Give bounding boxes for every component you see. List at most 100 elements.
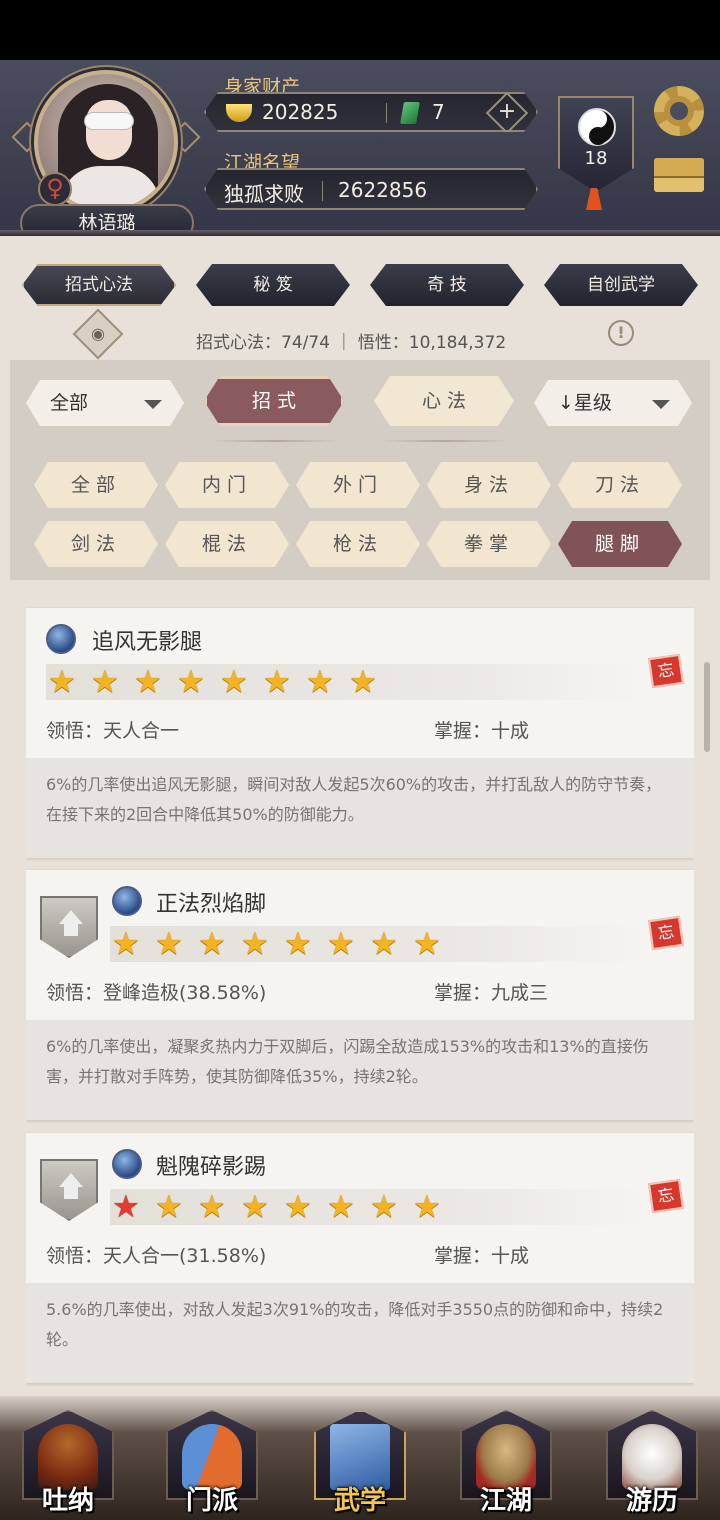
comprehension-value: 登峰造极(38.58%) [103, 982, 267, 1004]
chip-blade[interactable]: 刀法 [558, 462, 682, 508]
star-icon: ★ [198, 926, 226, 962]
nav-label: 游历 [625, 1486, 678, 1516]
skill-name: 魁隗碎影踢 [156, 1155, 267, 1180]
star-rating: ★ ★ ★ ★ ★ ★ ★ ★ [110, 926, 646, 962]
skill-name: 追风无影腿 [92, 630, 203, 655]
star-icon: ★ [220, 664, 248, 700]
filter-area: 全部 招 式 心 法 ↓星级 全部 内门 外门 身法 刀法 剑法 棍法 枪法 拳… [10, 360, 710, 580]
chevron-down-icon [652, 400, 670, 409]
gear-icon[interactable] [654, 86, 704, 136]
tab-special-skill[interactable]: 奇 技 [370, 264, 524, 306]
chip-outer-sect[interactable]: 外门 [296, 462, 420, 508]
skill-description: 6%的几率使出，凝聚炙热内力于双脚后，闪踢全敌造成153%的攻击和13%的直接伤… [26, 1020, 694, 1120]
star-icon: ★ [48, 664, 76, 700]
comprehension-value: 天人合一 [103, 720, 180, 742]
comprehension-field: 领悟：天人合一(31.58%) [46, 1245, 267, 1267]
wealth-bar: 202825 7 + [204, 92, 538, 132]
star-rating: ★ ★ ★ ★ ★ ★ ★ ★ [46, 664, 646, 700]
star-icon: ★ [413, 1189, 441, 1225]
female-gender-icon: ♀ [38, 172, 72, 206]
skill-card[interactable]: 追风无影腿 ★ ★ ★ ★ ★ ★ ★ ★ 领悟：天人合一 掌握：十成 忘 6%… [26, 608, 694, 858]
tab-moves-mind[interactable]: 招式心法 [22, 264, 176, 306]
mastery-field: 掌握：十成 [434, 1245, 530, 1267]
sort-dropdown-value: ↓星级 [558, 392, 612, 414]
forget-stamp-icon[interactable]: 忘 [648, 653, 684, 689]
skill-card[interactable]: 魁隗碎影踢 ★ ★ ★ ★ ★ ★ ★ ★ 领悟：天人合一(31.58%) 掌握… [26, 1133, 694, 1383]
skill-type-icon [46, 624, 76, 654]
nav-sect[interactable]: 门派 [166, 1410, 258, 1516]
tassel-icon [586, 188, 602, 210]
envelope-icon[interactable] [654, 158, 704, 192]
segment-moves[interactable]: 招 式 [204, 376, 344, 426]
chip-leg-kick[interactable]: 腿脚 [558, 521, 682, 567]
star-icon: ★ [263, 664, 291, 700]
star-icon: ★ [155, 926, 183, 962]
upgrade-arrow-icon[interactable] [40, 1159, 98, 1221]
chip-fist-palm[interactable]: 拳掌 [427, 521, 551, 567]
nav-label: 门派 [185, 1486, 238, 1516]
chip-all[interactable]: 全部 [34, 462, 158, 508]
chip-spear[interactable]: 枪法 [296, 521, 420, 567]
star-icon: ★ [134, 664, 162, 700]
skill-type-icon [112, 886, 142, 916]
chip-staff[interactable]: 棍法 [165, 521, 289, 567]
tab-custom-martial-arts[interactable]: 自创武学 [544, 264, 698, 306]
skill-card[interactable]: 正法烈焰脚 ★ ★ ★ ★ ★ ★ ★ ★ 领悟：登峰造极(38.58%) 掌握… [26, 870, 694, 1120]
sort-dropdown[interactable]: ↓星级 [534, 380, 692, 426]
level-badge[interactable]: 18 [558, 96, 634, 192]
category-dropdown[interactable]: 全部 [26, 380, 184, 426]
upgrade-arrow-icon[interactable] [40, 896, 98, 958]
star-icon: ★ [327, 1189, 355, 1225]
nav-breathing[interactable]: 吐纳 [22, 1410, 114, 1516]
star-icon: ★ [241, 926, 269, 962]
chip-movement[interactable]: 身法 [427, 462, 551, 508]
chevron-down-icon [144, 400, 162, 409]
fame-title: 独孤求败 [224, 182, 304, 206]
segment-mind-method[interactable]: 心 法 [374, 376, 514, 426]
star-icon: ★ [306, 664, 334, 700]
skill-description: 6%的几率使出追风无影腿，瞬间对敌人发起5次60%的攻击，并打乱敌人的防守节奏，… [26, 758, 694, 858]
bottom-nav: 吐纳 门派 武学 江湖 游历 [0, 1396, 720, 1520]
star-icon: ★ [112, 926, 140, 962]
ornament-divider [210, 440, 340, 442]
scrollbar[interactable] [704, 662, 710, 752]
info-icon[interactable]: ! [608, 320, 634, 346]
star-icon: ★ [155, 1189, 183, 1225]
tab-secret-book[interactable]: 秘 笈 [196, 264, 350, 306]
jade-amount: 7 [432, 100, 445, 124]
skill-type-icon [112, 1149, 142, 1179]
mastery-field: 掌握：九成三 [434, 982, 549, 1004]
chip-inner-sect[interactable]: 内门 [165, 462, 289, 508]
star-icon: ★ [91, 664, 119, 700]
comprehension-field: 领悟：登峰造极(38.58%) [46, 982, 267, 1004]
top-header: ♀ 林语璐 身家财产 202825 7 + 江湖名望 独孤求败 2622856 … [0, 60, 720, 242]
ornament-divider [380, 440, 510, 442]
forget-stamp-icon[interactable]: 忘 [648, 915, 684, 951]
star-icon: ★ [198, 1189, 226, 1225]
skill-name: 正法烈焰脚 [156, 892, 267, 917]
star-icon: ★ [327, 926, 355, 962]
star-icon: ★ [284, 926, 312, 962]
forget-stamp-icon[interactable]: 忘 [648, 1178, 684, 1214]
star-icon: ★ [349, 664, 377, 700]
yin-yang-icon [578, 108, 616, 146]
nav-martial-arts[interactable]: 武学 [314, 1410, 406, 1516]
chip-sword[interactable]: 剑法 [34, 521, 158, 567]
eye-icon: ◉ [91, 324, 105, 343]
add-currency-button[interactable]: + [486, 92, 528, 134]
nav-jianghu[interactable]: 江湖 [460, 1410, 552, 1516]
mastery-value: 十成 [491, 720, 530, 742]
level-number: 18 [584, 148, 608, 169]
mastery-value: 九成三 [491, 982, 549, 1004]
fame-bar: 独孤求败 2622856 [204, 168, 538, 210]
status-bar [0, 0, 720, 60]
star-icon: ★ [370, 926, 398, 962]
nav-travel[interactable]: 游历 [606, 1410, 698, 1516]
nav-label: 武学 [333, 1486, 386, 1516]
eye-button[interactable]: ◉ [72, 308, 124, 360]
category-dropdown-value: 全部 [50, 392, 89, 414]
fame-value: 2622856 [338, 178, 428, 202]
skill-list[interactable]: 追风无影腿 ★ ★ ★ ★ ★ ★ ★ ★ 领悟：天人合一 掌握：十成 忘 6%… [26, 580, 694, 1396]
nav-label: 吐纳 [41, 1486, 94, 1516]
star-icon: ★ [370, 1189, 398, 1225]
